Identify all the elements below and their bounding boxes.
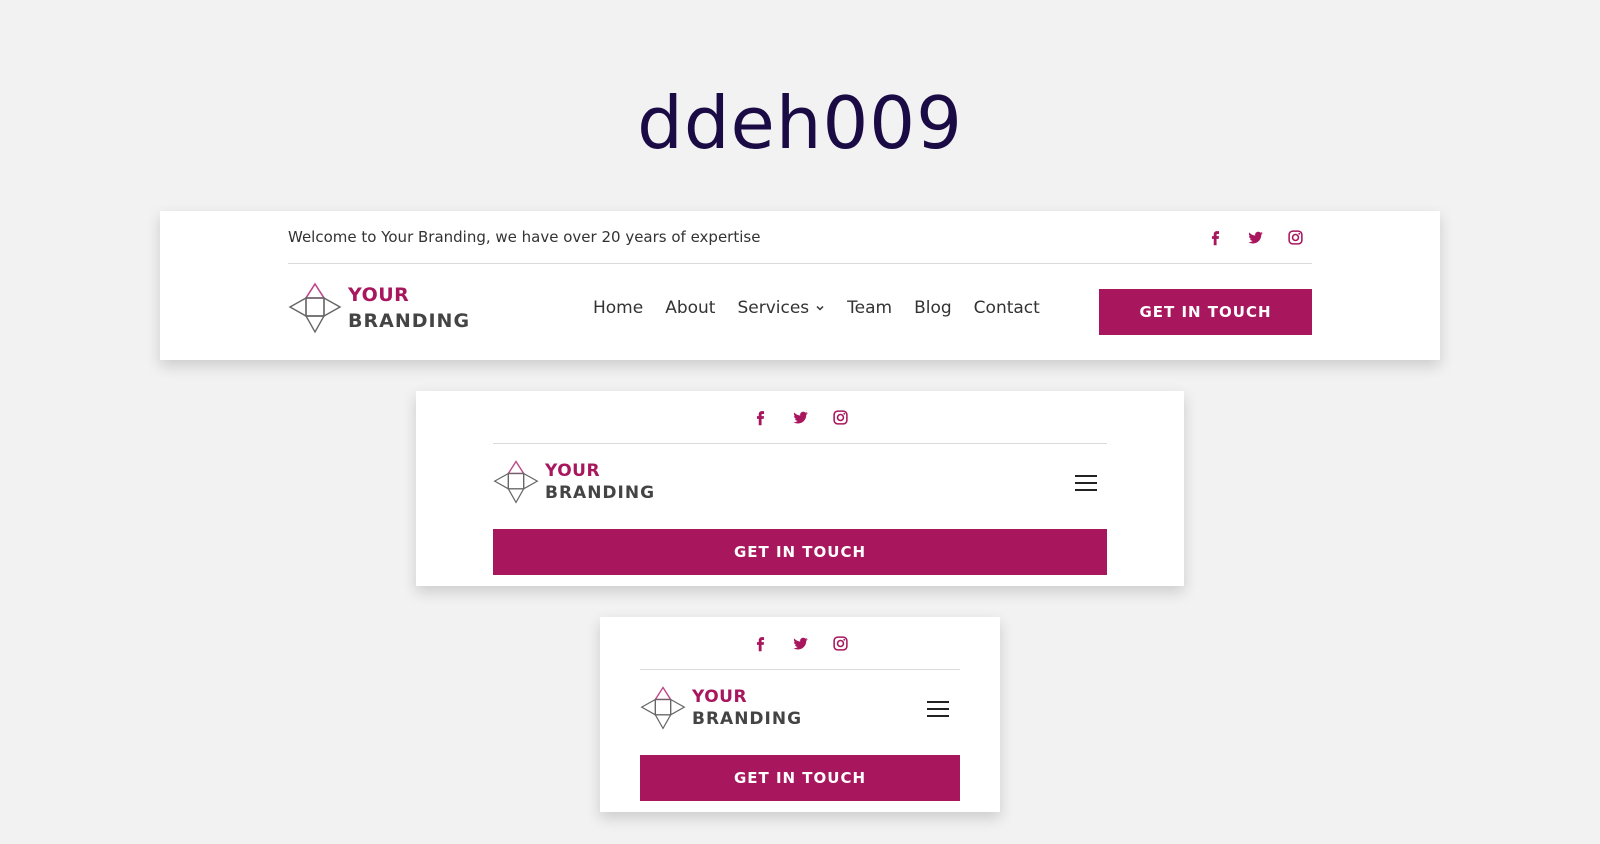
social-links — [749, 632, 851, 654]
nav-team[interactable]: Team — [847, 298, 892, 318]
brand-logo[interactable]: YOUR BRANDING — [493, 459, 655, 505]
brand-line-1: YOUR — [545, 460, 601, 481]
logo-mark-icon — [288, 282, 342, 334]
mobile-header-preview: YOUR BRANDING GET IN TOUCH — [600, 617, 1000, 812]
desktop-header-preview: Welcome to Your Branding, we have over 2… — [160, 211, 1440, 360]
page-title: ddeh009 — [637, 81, 963, 165]
brand-line-1: YOUR — [348, 283, 410, 306]
get-in-touch-button[interactable]: GET IN TOUCH — [1099, 289, 1312, 335]
nav-services[interactable]: Services — [737, 298, 825, 318]
social-links — [749, 406, 851, 428]
top-bar: Welcome to Your Branding, we have over 2… — [288, 211, 1312, 264]
chevron-down-icon — [816, 305, 824, 311]
facebook-icon[interactable] — [749, 632, 771, 654]
get-in-touch-button[interactable]: GET IN TOUCH — [640, 755, 960, 801]
brand-line-1: YOUR — [692, 686, 748, 707]
tablet-header-preview: YOUR BRANDING GET IN TOUCH — [416, 391, 1184, 586]
twitter-icon[interactable] — [1244, 226, 1266, 248]
nav-services-label: Services — [737, 298, 810, 318]
brand-logo[interactable]: YOUR BRANDING — [640, 685, 802, 731]
facebook-icon[interactable] — [749, 406, 771, 428]
twitter-icon[interactable] — [789, 632, 811, 654]
twitter-icon[interactable] — [789, 406, 811, 428]
top-bar — [493, 391, 1107, 444]
nav-contact[interactable]: Contact — [974, 298, 1040, 318]
nav-about[interactable]: About — [665, 298, 715, 318]
instagram-icon[interactable] — [829, 632, 851, 654]
hamburger-menu-icon[interactable] — [1075, 475, 1097, 493]
get-in-touch-button[interactable]: GET IN TOUCH — [493, 529, 1107, 575]
instagram-icon[interactable] — [1284, 226, 1306, 248]
nav-blog[interactable]: Blog — [914, 298, 952, 318]
nav-home[interactable]: Home — [593, 298, 643, 318]
hamburger-menu-icon[interactable] — [927, 701, 949, 719]
main-nav: Home About Services Team Blog Contact — [593, 298, 1040, 318]
instagram-icon[interactable] — [829, 406, 851, 428]
brand-line-2: BRANDING — [692, 708, 803, 729]
top-bar — [640, 617, 960, 670]
brand-logo[interactable]: YOUR BRANDING — [288, 281, 470, 335]
logo-mark-icon — [640, 686, 686, 730]
brand-line-2: BRANDING — [348, 309, 471, 332]
brand-line-2: BRANDING — [545, 482, 656, 503]
logo-mark-icon — [493, 460, 539, 504]
welcome-text: Welcome to Your Branding, we have over 2… — [288, 228, 761, 246]
facebook-icon[interactable] — [1204, 226, 1226, 248]
social-links — [1204, 226, 1306, 248]
